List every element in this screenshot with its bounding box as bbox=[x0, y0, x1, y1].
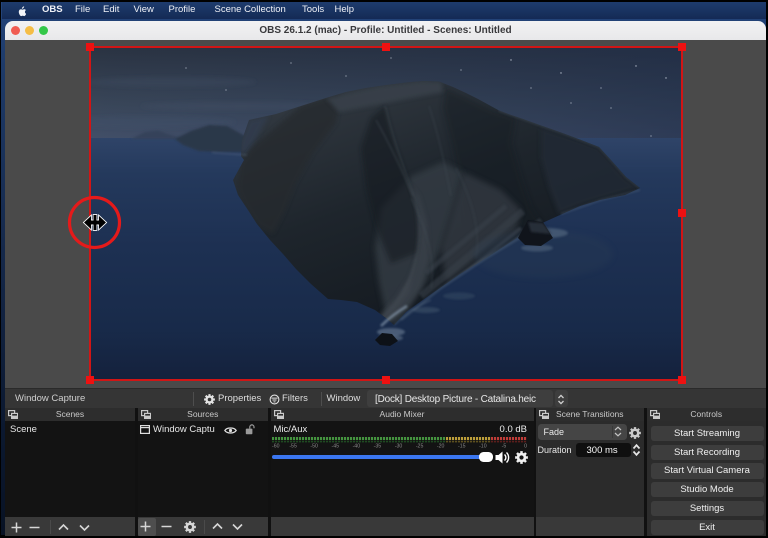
svg-text:-40: -40 bbox=[353, 444, 361, 449]
svg-text:-25: -25 bbox=[416, 444, 424, 449]
svg-text:-55: -55 bbox=[289, 444, 297, 449]
svg-text:-35: -35 bbox=[374, 444, 382, 449]
svg-text:-20: -20 bbox=[437, 444, 445, 449]
svg-text:-45: -45 bbox=[332, 444, 340, 449]
svg-text:-30: -30 bbox=[395, 444, 403, 449]
svg-text:0: 0 bbox=[524, 444, 527, 449]
svg-text:-5: -5 bbox=[502, 444, 507, 449]
svg-text:-15: -15 bbox=[458, 444, 466, 449]
svg-text:-10: -10 bbox=[479, 444, 487, 449]
svg-text:-60: -60 bbox=[272, 444, 280, 449]
svg-text:-50: -50 bbox=[310, 444, 318, 449]
